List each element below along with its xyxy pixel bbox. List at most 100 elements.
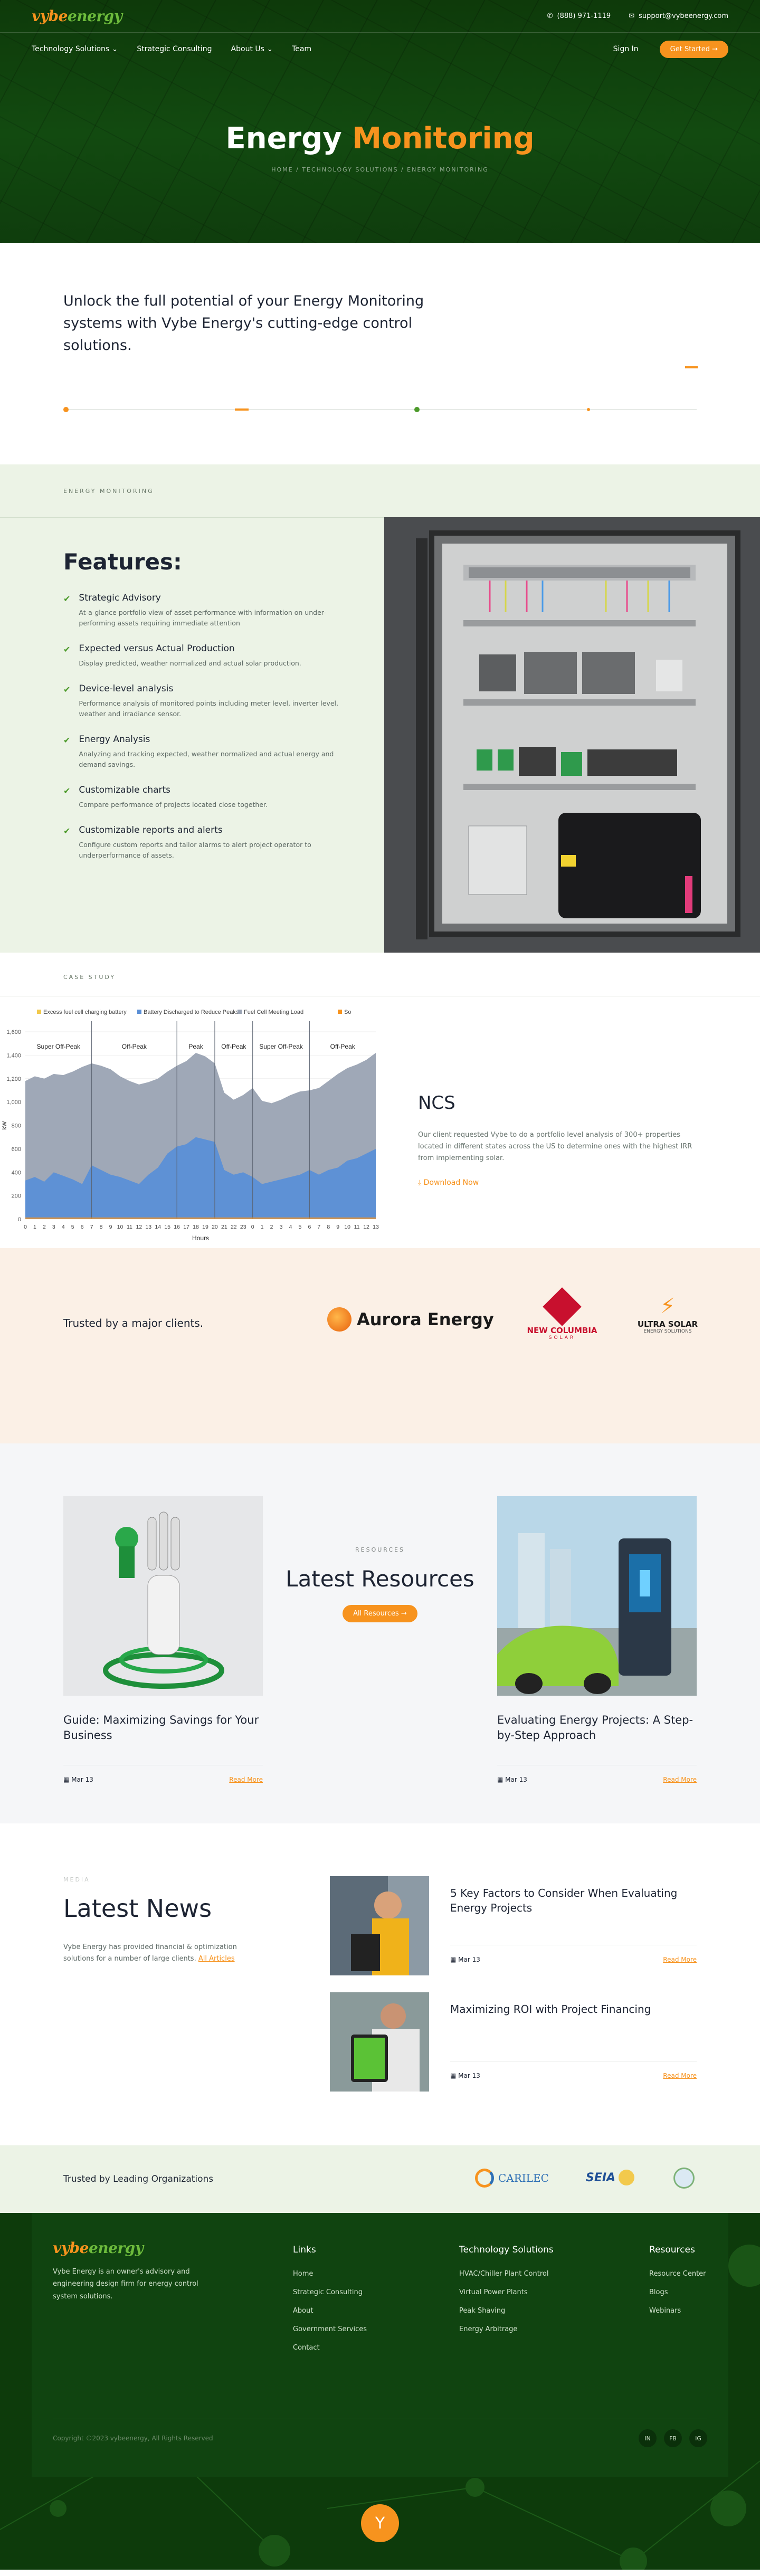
footer-link-vpp[interactable]: Virtual Power Plants: [459, 2288, 554, 2296]
check-icon: ✔: [63, 735, 71, 745]
resources-title: Latest Resources: [286, 1566, 474, 1592]
y-tick-label: 1,200: [6, 1076, 21, 1082]
nav-team[interactable]: Team: [292, 45, 311, 53]
period-label: Off-Peak: [330, 1043, 356, 1050]
linkedin-icon[interactable]: IN: [639, 2429, 657, 2447]
all-articles-link[interactable]: All Articles: [198, 1955, 235, 1963]
feature-title: Strategic Advisory: [79, 593, 161, 603]
x-tick-label: 14: [155, 1224, 161, 1230]
footer-link-government-services[interactable]: Government Services: [293, 2325, 367, 2333]
download-now-link[interactable]: ⤓ Download Now: [418, 1178, 479, 1187]
feature-item: ✔ Customizable reports and alerts Configur…: [63, 825, 359, 861]
get-started-button[interactable]: Get Started →: [659, 40, 728, 58]
footer-link-hvac[interactable]: HVAC/Chiller Plant Control: [459, 2270, 554, 2278]
features-title: Features:: [63, 549, 182, 575]
download-icon: ⤓: [418, 1178, 424, 1187]
read-more-link[interactable]: Read More: [229, 1776, 263, 1783]
feature-item: ✔ Device-level analysis Performance analys…: [63, 683, 359, 719]
nav-about-us[interactable]: About Us ⌄: [231, 45, 273, 53]
resource-title: Evaluating Energy Projects: A Step-by-St…: [497, 1714, 694, 1742]
footer-link-blogs[interactable]: Blogs: [649, 2288, 706, 2296]
resource-card[interactable]: Guide: Maximizing Savings for Your Busin…: [63, 1496, 263, 1783]
footer-link-strategic-consulting[interactable]: Strategic Consulting: [293, 2288, 367, 2296]
resource-card[interactable]: Evaluating Energy Projects: A Step-by-St…: [497, 1496, 697, 1783]
diamond-icon: [543, 1287, 582, 1326]
footer-link-resource-center[interactable]: Resource Center: [649, 2270, 706, 2278]
feature-desc: Analyzing and tracking expected, weather…: [79, 750, 334, 768]
read-more-link[interactable]: Read More: [663, 1956, 697, 1963]
period-label: Super Off-Peak: [259, 1043, 303, 1050]
legend-label: Battery Discharged to Reduce Peaks: [144, 1009, 239, 1015]
mail-icon: ✉: [629, 12, 635, 20]
main-nav: Technology Solutions ⌄ Strategic Consult…: [0, 33, 760, 65]
x-tick-label: 3: [280, 1224, 283, 1230]
news-image: [330, 1876, 429, 1975]
section-eyebrow: RESOURCES: [355, 1546, 405, 1553]
footer-link-energy-arbitrage[interactable]: Energy Arbitrage: [459, 2325, 554, 2333]
x-tick-label: 23: [240, 1224, 246, 1230]
calendar-icon: ▦: [450, 2072, 459, 2079]
feature-item: ✔ Customizable charts Compare performance …: [63, 785, 359, 810]
news-image: [330, 1992, 429, 2092]
news-section: MEDIA Latest News Vybe Energy has provid…: [0, 1823, 760, 2145]
check-icon: ✔: [63, 786, 71, 796]
nav-technology-solutions[interactable]: Technology Solutions ⌄: [32, 45, 118, 53]
y-tick-label: 1,600: [6, 1029, 21, 1035]
intro-text: Unlock the full potential of your Energy…: [63, 293, 424, 354]
x-tick-label: 4: [62, 1224, 65, 1230]
instagram-icon[interactable]: IG: [689, 2429, 707, 2447]
footer-link-contact[interactable]: Contact: [293, 2344, 367, 2352]
x-tick-label: 7: [317, 1224, 320, 1230]
footer-logo[interactable]: vybeenergy: [53, 2239, 144, 2257]
news-item[interactable]: 5 Key Factors to Consider When Evaluatin…: [330, 1876, 697, 1975]
legend-label: Excess fuel cell charging battery: [43, 1009, 127, 1015]
footer-panel: vybeenergy Vybe Energy is an owner's adv…: [32, 2213, 728, 2477]
check-icon: ✔: [63, 594, 71, 604]
all-resources-button[interactable]: All Resources →: [343, 1605, 417, 1622]
section-eyebrow: ENERGY MONITORING: [63, 488, 154, 495]
y-axis-label: kW: [2, 1121, 8, 1130]
resources-section: Guide: Maximizing Savings for Your Busin…: [0, 1443, 760, 1823]
news-item-title: Maximizing ROI with Project Financing: [450, 2003, 651, 2016]
x-tick-label: 7: [90, 1224, 93, 1230]
period-label: Peak: [188, 1043, 203, 1050]
nav-strategic-consulting[interactable]: Strategic Consulting: [137, 45, 212, 53]
footer-link-peak-shaving[interactable]: Peak Shaving: [459, 2307, 554, 2315]
org-seal-logo: [673, 2168, 695, 2189]
footer-link-home[interactable]: Home: [293, 2270, 367, 2278]
read-more-link[interactable]: Read More: [663, 1776, 697, 1783]
chart-svg: Excess fuel cell charging battery Battery…: [2, 1009, 379, 1242]
x-tick-label: 13: [373, 1224, 379, 1230]
orgs-section: Trusted by Leading Organizations CARILEC…: [0, 2145, 760, 2213]
news-item[interactable]: Maximizing ROI with Project Financing ▦ …: [330, 1992, 697, 2092]
email-link[interactable]: ✉ support@vybeenergy.com: [629, 12, 728, 20]
footer-link-about[interactable]: About: [293, 2307, 367, 2315]
bolt-icon: ⚡: [660, 1294, 676, 1318]
period-label: Off-Peak: [221, 1043, 246, 1050]
y-tick-label: 1,000: [6, 1099, 21, 1106]
feature-item: ✔ Expected versus Actual Production Displa…: [63, 643, 359, 669]
calendar-icon: ▦: [63, 1775, 72, 1783]
facebook-icon[interactable]: FB: [664, 2429, 682, 2447]
feature-title: Customizable reports and alerts: [79, 825, 223, 835]
energy-chart: Excess fuel cell charging battery Battery…: [0, 1000, 385, 1248]
new-columbia-solar-logo: NEW COLUMBIA SOLAR: [522, 1287, 602, 1341]
progress-timeline: [63, 366, 698, 415]
x-tick-label: 10: [344, 1224, 350, 1230]
x-tick-label: 16: [174, 1224, 180, 1230]
footer-link-webinars[interactable]: Webinars: [649, 2307, 706, 2315]
x-tick-label: 1: [261, 1224, 264, 1230]
read-more-link[interactable]: Read More: [663, 2072, 697, 2079]
scroll-top-button[interactable]: Y: [361, 2504, 399, 2542]
logo[interactable]: vybeenergy: [32, 7, 122, 25]
calendar-icon: ▦: [450, 1956, 459, 1963]
phone-link[interactable]: ✆ (888) 971-1119: [547, 12, 611, 20]
check-icon: ✔: [63, 826, 71, 836]
x-tick-label: 11: [354, 1224, 360, 1230]
feature-desc: Performance analysis of monitored points…: [79, 699, 338, 718]
y-tick-label: 800: [12, 1123, 21, 1129]
top-bar: vybeenergy ✆ (888) 971-1119 ✉ support@vybe…: [0, 0, 760, 33]
feature-title: Energy Analysis: [79, 734, 150, 745]
sign-in-link[interactable]: Sign In: [613, 45, 639, 53]
carilec-icon: [475, 2169, 494, 2188]
